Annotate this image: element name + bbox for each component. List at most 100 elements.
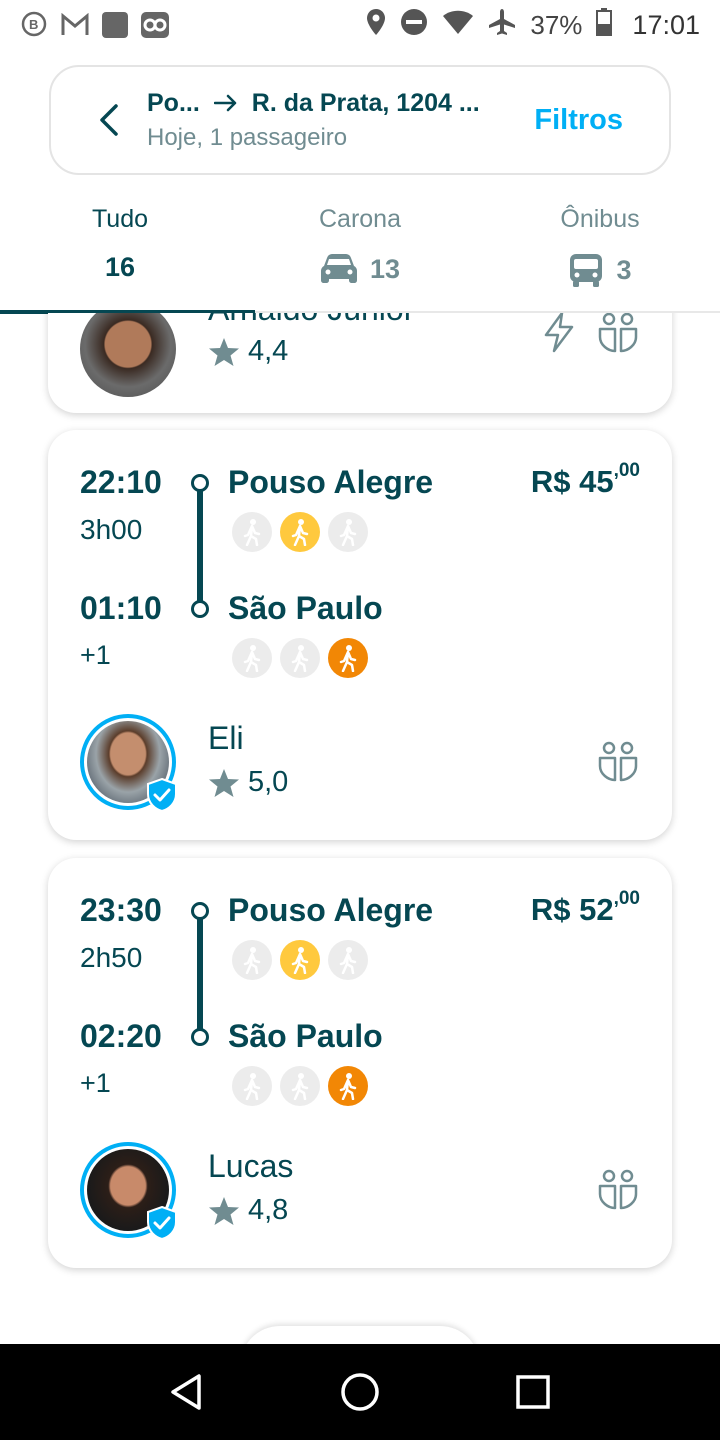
- max-two-back-icon: [598, 1169, 638, 1210]
- destination-dot: [191, 600, 209, 618]
- departure-time: 22:10: [80, 464, 162, 500]
- status-bar: B 37% 17:01: [0, 0, 720, 50]
- wifi-icon: [442, 9, 474, 42]
- walking-icon: [328, 940, 368, 980]
- trip-card[interactable]: 23:30 2h50 02:20 +1 Pouso Alegre São Pau…: [48, 858, 672, 1268]
- mode-tabs: Tudo 16 Carona 13 Ônibus 3: [0, 195, 720, 314]
- driver-avatar[interactable]: [80, 714, 177, 812]
- price-cents: ,00: [613, 460, 640, 481]
- nav-home-button[interactable]: [330, 1362, 390, 1422]
- star-icon: [209, 768, 239, 797]
- max-two-back-icon: [598, 741, 638, 782]
- driver-name: Eli: [208, 720, 244, 756]
- battery-percent: 37%: [530, 9, 583, 40]
- walking-icon: [232, 512, 272, 552]
- rating-value: 5,0: [248, 766, 289, 798]
- star-icon: [209, 337, 239, 366]
- battery-icon: [596, 7, 613, 43]
- car-icon: [320, 254, 357, 283]
- verified-badge-icon: [147, 778, 177, 812]
- app-square-icon: [100, 10, 130, 40]
- route-subtitle: Hoje, 1 passageiro: [147, 123, 348, 151]
- trip-card[interactable]: 22:10 3h00 01:10 +1 Pouso Alegre São Pau…: [48, 430, 672, 840]
- trip-card[interactable]: Arnaldo Junior 4,4: [48, 313, 672, 413]
- tab-carpool-count: 13: [369, 253, 401, 284]
- walking-icon: [280, 638, 320, 678]
- price-main: R$ 52: [530, 892, 614, 927]
- rating-value: 4,8: [248, 1194, 289, 1226]
- walking-icon: [328, 1066, 368, 1106]
- do-not-disturb-icon: [400, 8, 428, 43]
- route-line: [197, 490, 203, 602]
- nav-recents-button[interactable]: [503, 1362, 563, 1422]
- walking-icon: [232, 940, 272, 980]
- destination-walk-distance: [232, 1066, 368, 1106]
- origin-city: Pouso Alegre: [228, 464, 434, 500]
- walking-icon: [328, 512, 368, 552]
- route-line: [197, 918, 203, 1030]
- trip-price: R$ 52,00: [530, 888, 640, 928]
- max-two-back-icon: [598, 313, 638, 353]
- recents-square-icon: [516, 1375, 551, 1409]
- tab-carpool-label: Carona: [319, 205, 401, 233]
- instant-booking-icon: [544, 313, 574, 353]
- tab-bus[interactable]: Ônibus 3: [540, 205, 660, 288]
- tab-carpool[interactable]: Carona 13: [290, 205, 430, 286]
- origin-walk-distance: [232, 512, 368, 552]
- destination-walk-distance: [232, 638, 368, 678]
- walking-icon: [280, 512, 320, 552]
- walking-icon: [328, 638, 368, 678]
- trip-price: R$ 45,00: [530, 460, 640, 500]
- walking-icon: [280, 1066, 320, 1106]
- driver-rating: 4,8: [208, 1194, 288, 1227]
- price-main: R$ 45: [530, 464, 614, 499]
- arrow-right-icon: [213, 94, 237, 112]
- rating-value: 4,4: [248, 335, 289, 367]
- departure-time: 23:30: [80, 892, 162, 928]
- next-day-indicator: +1: [80, 1068, 111, 1098]
- nav-back-button[interactable]: [157, 1362, 217, 1422]
- bus-icon: [570, 254, 603, 287]
- route-destination: R. da Prata, 1204 ...: [251, 88, 480, 117]
- location-icon: [366, 8, 386, 43]
- tab-all-label: Tudo: [91, 205, 149, 233]
- filters-button[interactable]: Filtros: [534, 104, 623, 137]
- driver-rating: 4,4: [208, 335, 288, 368]
- verified-badge-icon: [147, 1206, 177, 1240]
- chevron-left-icon: [100, 104, 118, 136]
- destination-dot: [191, 1028, 209, 1046]
- driver-avatar[interactable]: [80, 1142, 177, 1240]
- back-triangle-icon: [170, 1374, 201, 1410]
- destination-city: São Paulo: [228, 1018, 383, 1054]
- walking-icon: [232, 638, 272, 678]
- driver-rating: 5,0: [208, 766, 288, 799]
- driver-avatar[interactable]: [80, 313, 176, 397]
- trip-duration: 3h00: [80, 514, 143, 545]
- origin-city: Pouso Alegre: [228, 892, 434, 928]
- tab-bus-label: Ônibus: [560, 205, 640, 233]
- origin-walk-distance: [232, 940, 368, 980]
- back-button[interactable]: [79, 90, 139, 150]
- airplane-mode-icon: [488, 8, 516, 43]
- arrival-time: 01:10: [80, 590, 162, 626]
- route-origin: Po...: [147, 88, 200, 117]
- destination-city: São Paulo: [228, 590, 383, 626]
- trip-duration: 2h50: [80, 942, 143, 973]
- walking-icon: [232, 1066, 272, 1106]
- trip-list[interactable]: Arnaldo Junior 4,4 22:10 3h00 01:10 +1 P…: [0, 313, 720, 1343]
- search-summary[interactable]: Po... R. da Prata, 1204 ... Hoje, 1 pass…: [49, 65, 671, 175]
- price-cents: ,00: [613, 888, 640, 909]
- clock: 17:01: [632, 9, 700, 40]
- tab-all-count: 16: [104, 252, 136, 282]
- walking-icon: [280, 940, 320, 980]
- next-day-indicator: +1: [80, 640, 111, 670]
- driver-name: Arnaldo Junior: [208, 313, 414, 328]
- tab-bus-count: 3: [616, 254, 632, 285]
- tab-all[interactable]: Tudo 16: [60, 205, 180, 283]
- driver-name: Lucas: [208, 1148, 294, 1184]
- star-icon: [209, 1196, 239, 1225]
- svg-text:B: B: [29, 17, 38, 32]
- system-nav-bar: [0, 1344, 720, 1440]
- home-circle-icon: [341, 1373, 379, 1411]
- app-loop-icon: [140, 10, 170, 40]
